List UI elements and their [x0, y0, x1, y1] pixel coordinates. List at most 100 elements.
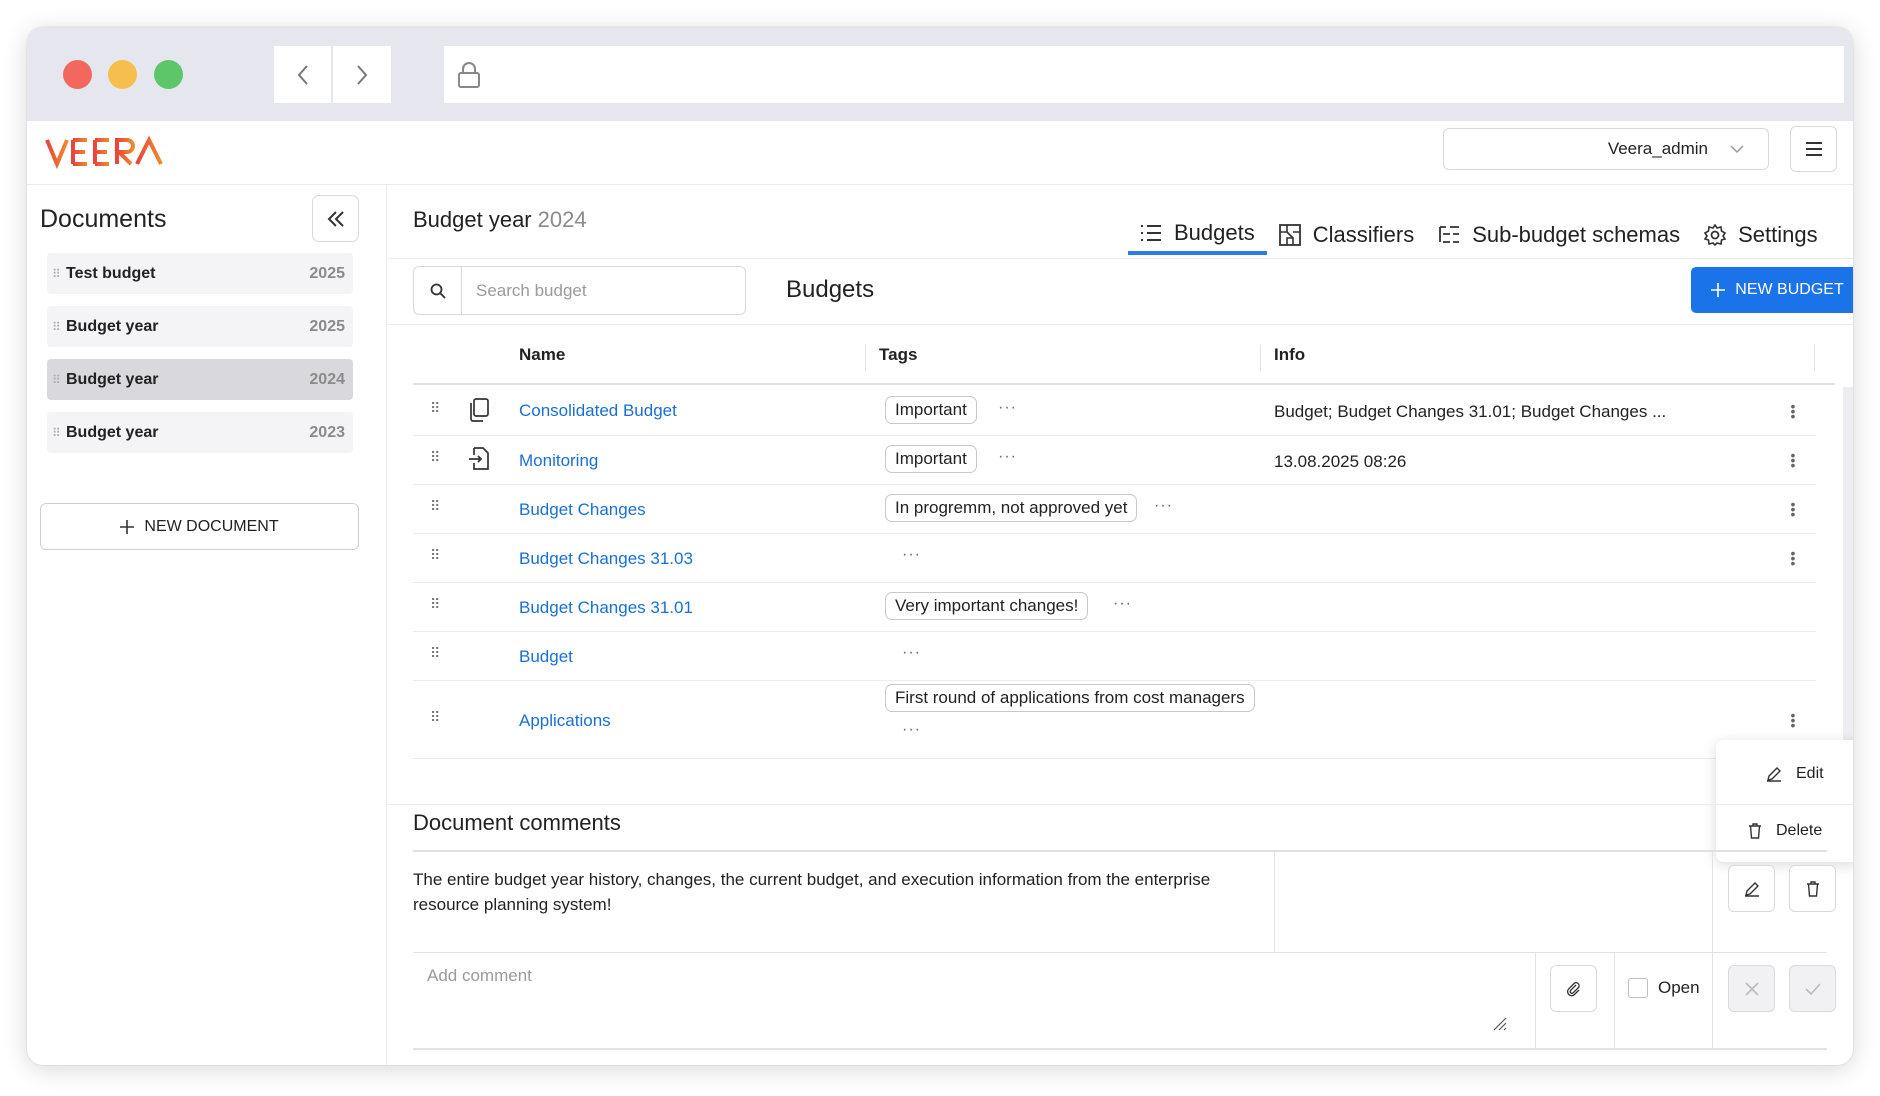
drag-handle-icon[interactable]: ⠿: [430, 498, 440, 515]
search-budget-input[interactable]: [476, 280, 726, 301]
document-item[interactable]: ⠿ Test budget 2025: [47, 253, 353, 294]
row-context-menu: Edit Delete: [1716, 740, 1853, 862]
checkbox[interactable]: [1628, 978, 1648, 998]
user-select[interactable]: Veera_admin: [1443, 128, 1769, 170]
table-row[interactable]: ⠿ Applications First round of applicatio…: [413, 681, 1816, 759]
resize-handle-icon[interactable]: [1491, 1015, 1507, 1031]
double-chevron-left-icon: [327, 210, 344, 227]
row-actions-kebab-icon[interactable]: • • •: [1790, 448, 1796, 472]
tag-chip: Very important changes!: [885, 592, 1089, 620]
budget-name-link[interactable]: Budget: [519, 647, 573, 667]
tab-classifiers[interactable]: Classifiers: [1267, 215, 1426, 255]
open-label: Open: [1658, 978, 1700, 997]
sidebar-title: Documents: [40, 205, 167, 233]
hamburger-menu-button[interactable]: [1790, 126, 1837, 172]
table-row[interactable]: ⠿ Monitoring Important ··· 13.08.2025 08…: [413, 436, 1816, 485]
table-row[interactable]: ⠿ Consolidated Budget Important ··· Budg…: [413, 387, 1816, 436]
page-title-text: Budget year: [413, 207, 532, 232]
open-checkbox[interactable]: Open: [1628, 978, 1700, 998]
budget-name-link[interactable]: Monitoring: [519, 451, 598, 471]
budget-name-link[interactable]: Budget Changes 31.03: [519, 549, 693, 569]
tab-settings[interactable]: Settings: [1692, 215, 1830, 255]
close-icon: [1744, 981, 1759, 996]
check-icon: [1804, 982, 1821, 995]
drag-handle-icon[interactable]: ⠿: [52, 320, 66, 334]
edit-comment-button[interactable]: [1728, 865, 1775, 912]
table-row[interactable]: ⠿ Budget Changes 31.01 Very important ch…: [413, 583, 1816, 632]
submit-comment-button[interactable]: [1789, 965, 1836, 1012]
document-year: 2023: [309, 423, 345, 441]
more-tags-icon[interactable]: ···: [1113, 595, 1132, 613]
drag-handle-icon[interactable]: ⠿: [430, 449, 440, 466]
new-document-button[interactable]: NEW DOCUMENT: [40, 503, 359, 550]
divider: [1535, 952, 1536, 1048]
more-tags-icon[interactable]: ···: [998, 399, 1017, 417]
document-item[interactable]: ⠿ Budget year 2025: [47, 306, 353, 347]
budget-name-link[interactable]: Budget Changes 31.01: [519, 598, 693, 618]
column-divider[interactable]: [1260, 345, 1261, 371]
budget-name-link[interactable]: Consolidated Budget: [519, 401, 677, 421]
column-header-tags[interactable]: Tags: [879, 345, 917, 365]
veera-logo[interactable]: [45, 135, 163, 174]
drag-handle-icon[interactable]: ⠿: [430, 645, 440, 662]
menu-icon: [1805, 142, 1822, 156]
drag-handle-icon[interactable]: ⠿: [430, 400, 440, 417]
column-divider[interactable]: [865, 345, 866, 371]
drag-handle-icon[interactable]: ⠿: [430, 596, 440, 613]
drag-handle-icon[interactable]: ⠿: [430, 547, 440, 564]
drag-handle-icon[interactable]: ⠿: [430, 709, 440, 726]
browser-back-button[interactable]: [274, 46, 332, 103]
tab-budgets[interactable]: Budgets: [1128, 215, 1267, 255]
chevron-down-icon: [1730, 144, 1744, 153]
more-tags-icon[interactable]: ···: [1154, 497, 1173, 515]
budget-name-link[interactable]: Applications: [519, 711, 611, 731]
row-actions-kebab-icon[interactable]: • • •: [1790, 708, 1796, 732]
drag-handle-icon[interactable]: ⠿: [52, 426, 66, 440]
drag-handle-icon[interactable]: ⠿: [52, 373, 66, 387]
budget-name-link[interactable]: Budget Changes: [519, 500, 646, 520]
document-name: Budget year: [66, 370, 159, 388]
search-icon[interactable]: [414, 267, 462, 314]
drag-handle-icon[interactable]: ⠿: [52, 267, 66, 281]
column-header-name[interactable]: Name: [519, 345, 565, 365]
document-year: 2025: [309, 264, 345, 282]
more-tags-icon[interactable]: ···: [902, 721, 921, 739]
table-row[interactable]: ⠿ Budget Changes 31.03 ··· • • •: [413, 534, 1816, 583]
budget-info: 13.08.2025 08:26: [1274, 452, 1407, 471]
tab-sub-budget-schemas[interactable]: Sub-budget schemas: [1426, 215, 1692, 255]
add-comment-input[interactable]: [413, 952, 1513, 1032]
delete-comment-button[interactable]: [1789, 865, 1836, 912]
attach-file-button[interactable]: [1550, 965, 1597, 1012]
column-header-info[interactable]: Info: [1274, 345, 1305, 365]
copy-icon: [468, 398, 490, 427]
comments-title: Document comments: [413, 810, 621, 835]
row-actions-kebab-icon[interactable]: • • •: [1790, 399, 1796, 423]
document-item-active[interactable]: ⠿ Budget year 2024: [47, 359, 353, 400]
browser-toolbar: [27, 27, 1853, 121]
more-tags-icon[interactable]: ···: [902, 546, 921, 564]
edit-label: Edit: [1796, 765, 1824, 782]
pencil-icon: [1744, 881, 1759, 897]
minimize-window-button[interactable]: [108, 60, 137, 89]
browser-forward-button[interactable]: [333, 46, 391, 103]
more-tags-icon[interactable]: ···: [902, 644, 921, 662]
paperclip-icon: [1566, 981, 1580, 996]
maximize-window-button[interactable]: [154, 60, 183, 89]
trash-icon: [1749, 823, 1761, 839]
main-content: Budget year 2024 Budgets Classifiers Sub-…: [388, 185, 1853, 1065]
table-row[interactable]: ⠿ Budget Changes In progremm, not approv…: [413, 485, 1816, 534]
table-scrollbar[interactable]: [1843, 387, 1853, 762]
table-row[interactable]: ⠿ Budget ···: [413, 632, 1816, 681]
collapse-sidebar-button[interactable]: [312, 195, 359, 242]
more-tags-icon[interactable]: ···: [998, 448, 1017, 466]
new-budget-button[interactable]: NEW BUDGET: [1691, 267, 1853, 313]
document-item[interactable]: ⠿ Budget year 2023: [47, 412, 353, 453]
close-window-button[interactable]: [63, 60, 92, 89]
edit-menu-item[interactable]: Edit: [1766, 765, 1824, 783]
address-bar[interactable]: [444, 46, 1844, 103]
delete-menu-item[interactable]: Delete: [1748, 822, 1822, 840]
column-divider[interactable]: [1814, 345, 1815, 371]
cancel-comment-button[interactable]: [1728, 965, 1775, 1012]
row-actions-kebab-icon[interactable]: • • •: [1790, 497, 1796, 521]
row-actions-kebab-icon[interactable]: • • •: [1790, 546, 1796, 570]
